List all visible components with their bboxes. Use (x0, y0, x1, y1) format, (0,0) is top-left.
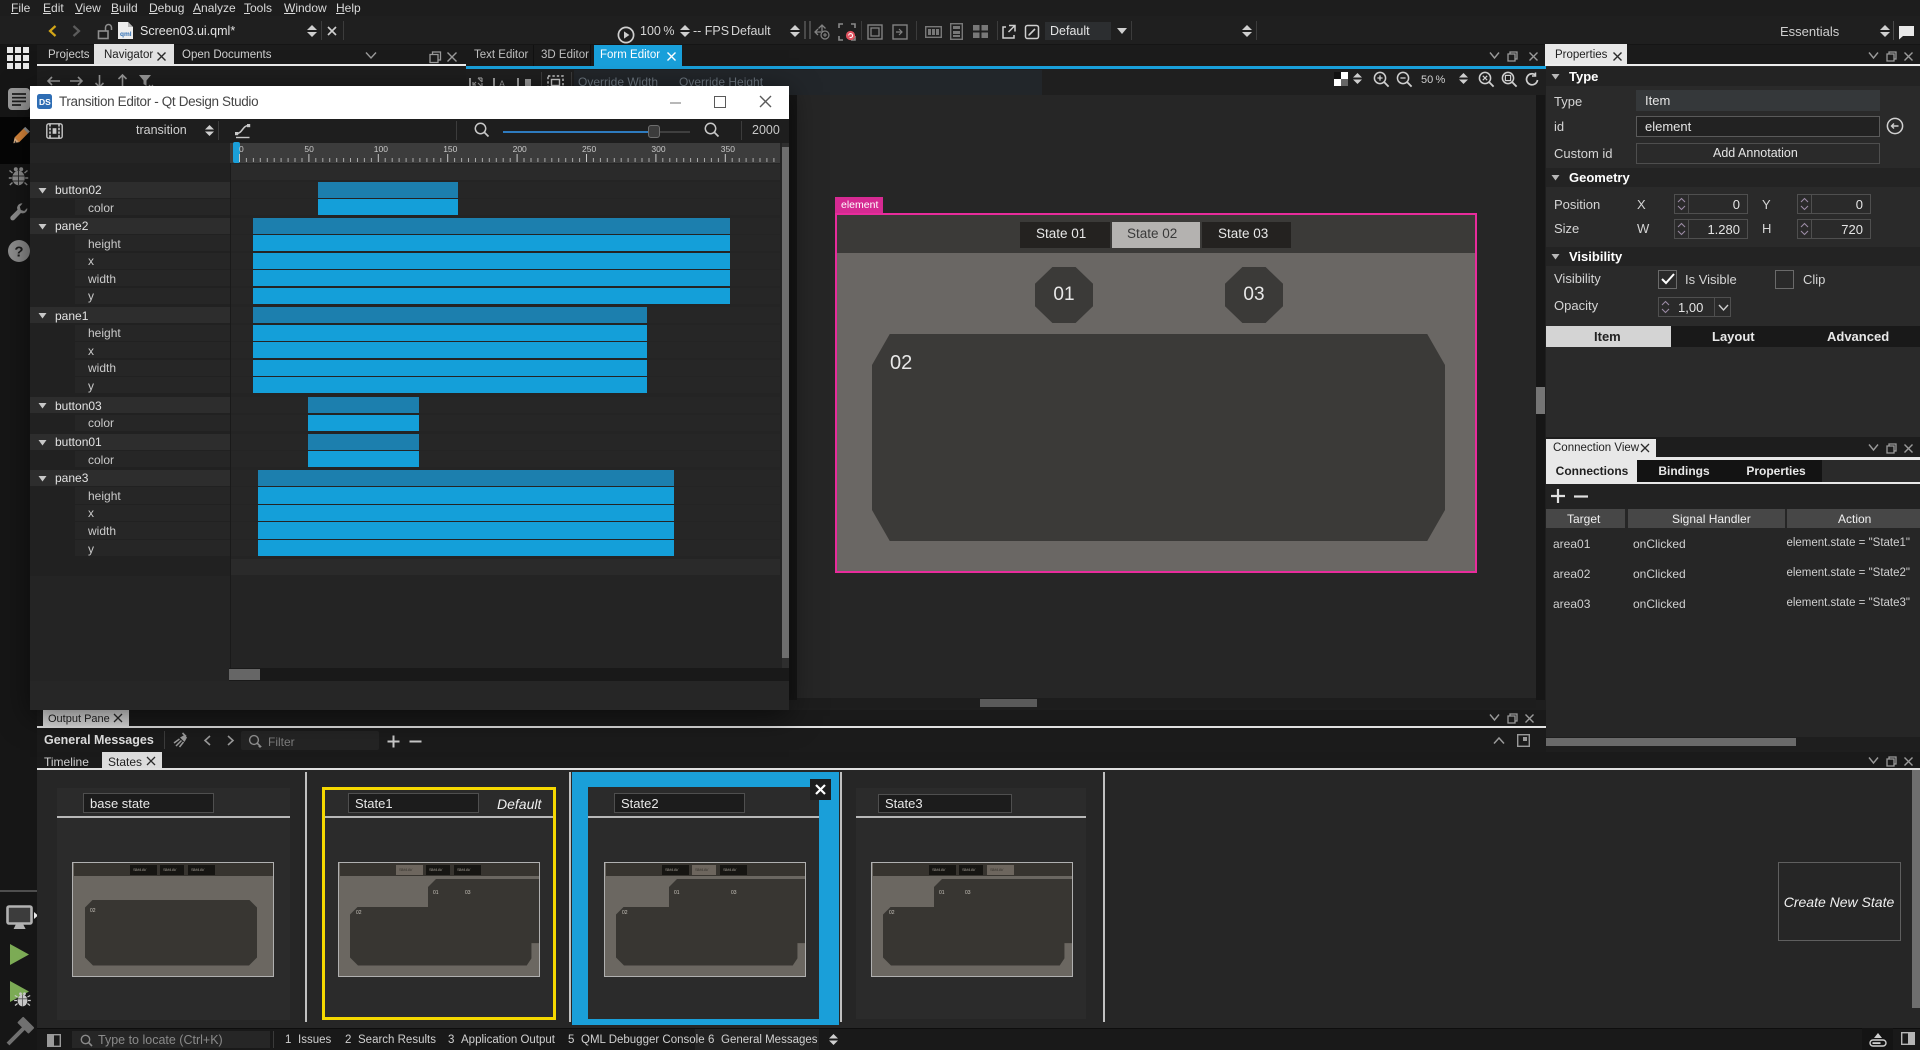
svg-text:?: ? (14, 244, 23, 261)
svg-text:qml: qml (120, 31, 132, 38)
